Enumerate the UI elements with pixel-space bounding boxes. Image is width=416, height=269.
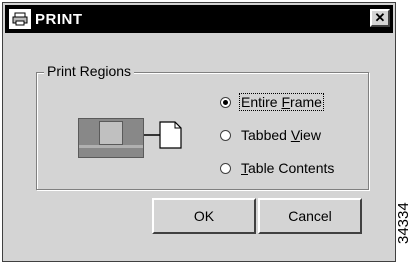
figure-id: 34334: [395, 202, 412, 244]
radio-entire-frame[interactable]: Entire Frame: [220, 93, 324, 111]
close-button[interactable]: ✕: [370, 9, 390, 27]
title-bar: PRINT ✕: [5, 5, 393, 33]
radio-unselected-icon: [220, 162, 231, 174]
frame-thumbnail: [78, 118, 144, 158]
print-regions-label: Print Regions: [44, 63, 135, 79]
radio-tabbed-view[interactable]: Tabbed View: [220, 126, 323, 144]
radio-selected-icon: [220, 96, 231, 108]
ok-button[interactable]: OK: [152, 198, 256, 234]
radio-unselected-icon: [220, 129, 231, 141]
radio-table-contents-label: Table Contents: [241, 160, 335, 176]
window-title: PRINT: [35, 10, 83, 28]
radio-tabbed-view-label: Tabbed View: [241, 127, 321, 143]
radio-table-contents[interactable]: Table Contents: [220, 159, 336, 177]
page-connector-icon: [144, 121, 182, 149]
cancel-button[interactable]: Cancel: [258, 198, 362, 234]
printer-icon: [9, 9, 31, 29]
close-icon: ✕: [374, 10, 386, 25]
radio-entire-frame-label: Entire Frame: [239, 93, 324, 111]
